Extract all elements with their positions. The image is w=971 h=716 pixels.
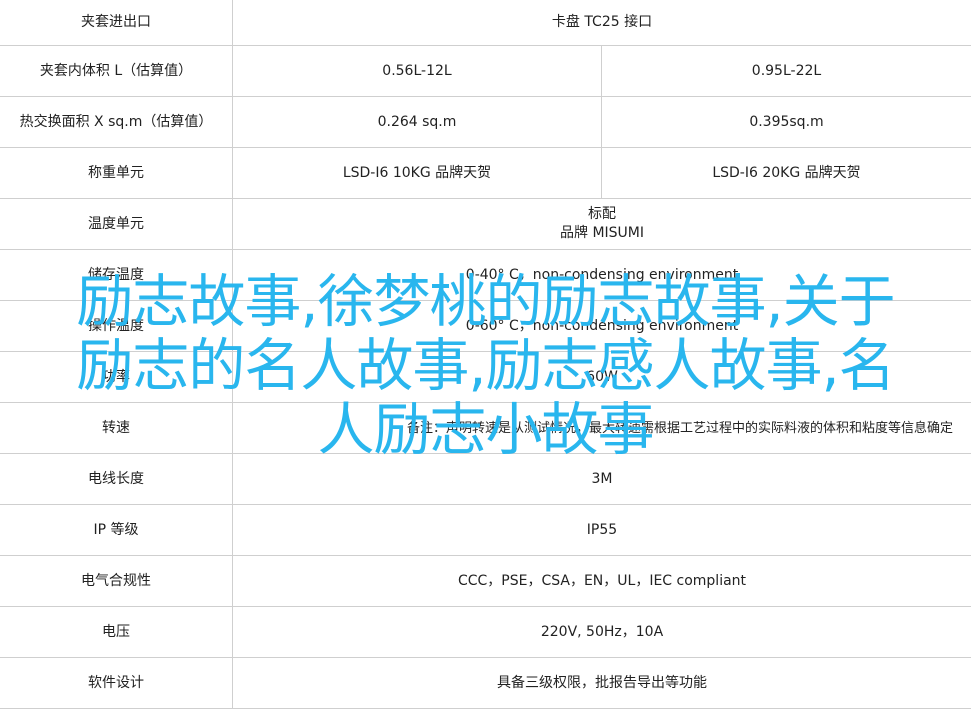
table-row: 电压 220V, 50Hz，10A [0, 607, 971, 658]
table-row: 储存温度 0-40° C，non-condensing environment [0, 250, 971, 301]
row-label: 夹套内体积 L（估算值） [0, 46, 233, 96]
row-value-model-1: 0.56L-12L [233, 46, 602, 96]
table-row: 电气合规性 CCC，PSE，CSA，EN，UL，IEC compliant [0, 556, 971, 607]
row-value-model-1: 0.264 sq.m [233, 97, 602, 147]
table-row: 夹套内体积 L（估算值） 0.56L-12L 0.95L-22L [0, 46, 971, 97]
row-value-line-1: 标配 [588, 206, 616, 222]
row-value-line-2: 品牌 MISUMI [560, 225, 644, 241]
table-row: 温度单元 标配 品牌 MISUMI [0, 199, 971, 250]
row-value: 0-40° C，non-condensing environment [465, 266, 739, 283]
row-value: 3M [591, 470, 613, 487]
row-value: 卡盘 TC25 接口 [551, 14, 653, 30]
row-label: 热交换面积 X sq.m（估算值） [0, 97, 233, 147]
row-value: 220V, 50Hz，10A [540, 623, 664, 640]
row-label: 储存温度 [0, 250, 233, 300]
row-label: 电气合规性 [0, 556, 233, 606]
row-value-note: 备注：声明转速是从测试情况，最大转速需根据工艺过程中的实际料液的体积和粘度等信息… [406, 420, 953, 436]
row-label: 电线长度 [0, 454, 233, 504]
row-value: CCC，PSE，CSA，EN，UL，IEC compliant [457, 572, 747, 589]
row-value: 60W [586, 368, 618, 385]
table-row: 功率 60W [0, 352, 971, 403]
row-label: 操作温度 [0, 301, 233, 351]
row-label: 转速 [0, 403, 233, 453]
table-row: IP 等级 IP55 [0, 505, 971, 556]
row-label: 温度单元 [0, 199, 233, 249]
table-row: 夹套进出口 卡盘 TC25 接口 [0, 0, 971, 46]
spec-table: 夹套进出口 卡盘 TC25 接口 夹套内体积 L（估算值） 0.56L-12L … [0, 0, 971, 709]
row-value: 具备三级权限，批报告导出等功能 [497, 674, 707, 691]
row-value-model-2: LSD-I6 20KG 品牌天贺 [712, 164, 861, 181]
row-label: 软件设计 [0, 658, 233, 708]
row-value: 标配 品牌 MISUMI [233, 199, 971, 249]
row-label: 夹套进出口 [0, 0, 233, 45]
row-value-model-2: 0.395sq.m [749, 113, 824, 130]
row-value: 0-60° C，non-condensing environment [465, 317, 739, 334]
table-row: 转速 备注：声明转速是从测试情况，最大转速需根据工艺过程中的实际料液的体积和粘度… [0, 403, 971, 454]
table-row: 热交换面积 X sq.m（估算值） 0.264 sq.m 0.395sq.m [0, 97, 971, 148]
table-row: 称重单元 LSD-I6 10KG 品牌天贺 LSD-I6 20KG 品牌天贺 [0, 148, 971, 199]
table-row: 操作温度 0-60° C，non-condensing environment [0, 301, 971, 352]
row-value-model-1: LSD-I6 10KG 品牌天贺 [233, 148, 602, 198]
table-row: 电线长度 3M [0, 454, 971, 505]
row-value: IP55 [586, 521, 618, 538]
row-label: IP 等级 [0, 505, 233, 555]
row-label: 电压 [0, 607, 233, 657]
row-label: 称重单元 [0, 148, 233, 198]
row-value-model-2: 0.95L-22L [751, 62, 822, 79]
row-label: 功率 [0, 352, 233, 402]
table-row: 软件设计 具备三级权限，批报告导出等功能 [0, 658, 971, 709]
